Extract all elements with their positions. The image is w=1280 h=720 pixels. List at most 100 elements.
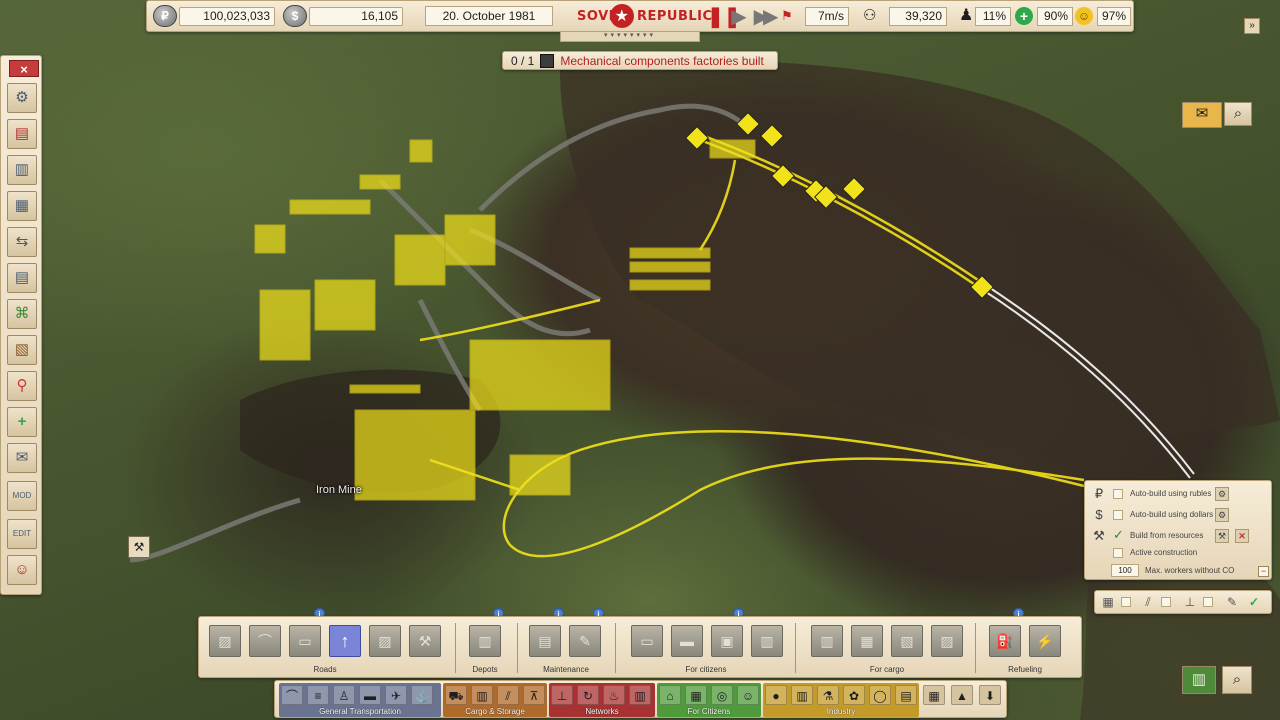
cargo-platform-button[interactable]: ▦ (851, 625, 883, 657)
terminal-button[interactable]: ▥ (751, 625, 783, 657)
transport-icon[interactable]: ⇆ (7, 227, 37, 257)
portrait-icon[interactable]: ☺ (7, 555, 37, 585)
tools-icon[interactable]: ✎ (1223, 594, 1241, 611)
power-line-icon[interactable]: ⊥ (551, 685, 573, 705)
iron-mine-label[interactable]: Iron Mine (316, 484, 362, 496)
auto-build-rubles-checkbox[interactable] (1113, 489, 1123, 499)
objective-banner[interactable]: 0 / 1 Mechanical components factories bu… (502, 51, 778, 70)
collapse-panel-icon[interactable]: » (1244, 18, 1260, 34)
cargo-depot-button[interactable]: ▨ (931, 625, 963, 657)
fence-icon[interactable]: ⫽ (1139, 594, 1157, 611)
unemployment-value[interactable]: 11% (975, 7, 1011, 26)
edit-icon[interactable]: EDIT (7, 519, 37, 549)
tire-icon[interactable]: ◯ (869, 685, 891, 705)
add-building-icon[interactable]: + (7, 407, 37, 437)
cancel-icon[interactable]: ✕ (1235, 529, 1249, 543)
terrain-icon[interactable]: ▲ (951, 685, 973, 705)
chemical-icon[interactable]: ⚗ (817, 685, 839, 705)
game-map[interactable]: Iron Mine ⚒ (0, 0, 1280, 720)
settings-icon[interactable]: ⚙ (7, 83, 37, 113)
rail-icon[interactable]: ≡ (307, 685, 329, 705)
road-type-3-button[interactable]: ▭ (289, 625, 321, 657)
max-workers-input[interactable]: 100 (1111, 564, 1139, 577)
mine-icon[interactable]: ● (765, 685, 787, 705)
play-icon[interactable]: ▶ (729, 6, 749, 28)
close-icon[interactable]: × (9, 60, 39, 77)
shop-icon[interactable]: ▦ (685, 685, 707, 705)
tab-networks[interactable]: ⊥ ↻ ♨ ▥ Networks (549, 683, 655, 717)
maintenance-depot-button[interactable]: ▤ (529, 625, 561, 657)
cargo-yard-button[interactable]: ▧ (891, 625, 923, 657)
school-icon[interactable]: ☺ (737, 685, 759, 705)
population-value[interactable]: 39,320 (889, 7, 947, 26)
sewage-icon[interactable]: ▥ (629, 685, 651, 705)
bulldoze-button[interactable]: ⚒ (409, 625, 441, 657)
charging-station-button[interactable]: ⚡ (1029, 625, 1061, 657)
mod-icon[interactable]: MOD (7, 481, 37, 511)
wall-icon[interactable]: ▦ (1099, 594, 1117, 611)
tab-general-transportation[interactable]: ⌒ ≡ ♙ ▬ ✈ ⚓ General Transportation (279, 683, 441, 717)
rubles-value[interactable]: 100,023,033 (179, 7, 275, 26)
housing-icon[interactable]: ⌂ (659, 685, 681, 705)
download-icon[interactable]: ⬇ (979, 685, 1001, 705)
auto-build-dollars-row[interactable]: $ Auto-build using dollars ⚙ (1085, 505, 1271, 525)
fence-checkbox[interactable] (1161, 597, 1171, 607)
network-map-icon[interactable]: ⌘ (7, 299, 37, 329)
road-icon[interactable]: ⌒ (281, 685, 303, 705)
tab-industry[interactable]: ● ▥ ⚗ ✿ ◯ ▤ Industry (763, 683, 919, 717)
active-construction-row[interactable]: Active construction (1085, 543, 1271, 563)
confirm-icon[interactable]: ✓ (1245, 594, 1263, 611)
health-value[interactable]: 90% (1037, 7, 1073, 26)
active-construction-checkbox[interactable] (1113, 548, 1123, 558)
road-upgrade-button[interactable]: ↑ (329, 625, 361, 657)
statistics-icon[interactable]: ▦ (7, 191, 37, 221)
tab-for-citizens[interactable]: ⌂ ▦ ◎ ☺ For Citizens (657, 683, 761, 717)
workshop-icon[interactable]: ▤ (895, 685, 917, 705)
documents-icon[interactable]: ▤ (7, 263, 37, 293)
farm-icon[interactable]: ✿ (843, 685, 865, 705)
ground-icon[interactable]: ⊥ (1181, 594, 1199, 611)
search-icon[interactable]: ⌕ (1224, 102, 1252, 126)
bus-stop-button[interactable]: ▭ (631, 625, 663, 657)
road-type-1-button[interactable]: ▨ (209, 625, 241, 657)
location-pin-icon[interactable]: ⚲ (7, 371, 37, 401)
auto-build-rubles-row[interactable]: ₽ Auto-build using rubles ⚙ (1085, 484, 1271, 504)
conveyor-icon[interactable]: ⫽ (497, 685, 519, 705)
mail-icon[interactable]: ✉ (1182, 102, 1222, 128)
heating-icon[interactable]: ♨ (603, 685, 625, 705)
depot-button[interactable]: ▥ (469, 625, 501, 657)
decoration-icon[interactable]: ▦ (923, 685, 945, 705)
zoom-icon[interactable]: ⌕ (1222, 666, 1252, 694)
cargo-station-button[interactable]: ▥ (811, 625, 843, 657)
storage-icon[interactable]: ▥ (471, 685, 493, 705)
happiness-value[interactable]: 97% (1097, 7, 1131, 26)
tab-cargo-storage[interactable]: ⛟ ▥ ⫽ ⊼ Cargo & Storage (443, 683, 547, 717)
fuel-station-button[interactable]: ⛽ (989, 625, 1021, 657)
mail-icon[interactable]: ✉ (7, 443, 37, 473)
water-icon[interactable]: ↻ (577, 685, 599, 705)
auto-build-dollars-checkbox[interactable] (1113, 510, 1123, 520)
fast-forward-icon[interactable]: ▶▶ (751, 6, 779, 28)
sport-icon[interactable]: ◎ (711, 685, 733, 705)
parking-button[interactable]: ▣ (711, 625, 743, 657)
overview-icon[interactable]: ▧ (7, 335, 37, 365)
crane-icon[interactable]: ⊼ (523, 685, 545, 705)
wall-checkbox[interactable] (1121, 597, 1131, 607)
citizen-station-button[interactable]: ▬ (671, 625, 703, 657)
ground-checkbox[interactable] (1203, 597, 1213, 607)
buildings-icon[interactable]: ▥ (7, 155, 37, 185)
collapse-icon[interactable]: − (1258, 566, 1269, 577)
rubles-settings-icon[interactable]: ⚙ (1215, 487, 1229, 501)
wind-speed[interactable]: 7m/s (805, 7, 849, 26)
factory-icon[interactable]: ▥ (791, 685, 813, 705)
tram-icon[interactable]: ▬ (359, 685, 381, 705)
pedestrian-icon[interactable]: ♙ (333, 685, 355, 705)
dollars-settings-icon[interactable]: ⚙ (1215, 508, 1229, 522)
road-type-5-button[interactable]: ▨ (369, 625, 401, 657)
airplane-icon[interactable]: ✈ (385, 685, 407, 705)
mine-marker-icon[interactable]: ⚒ (128, 536, 150, 558)
minimap-icon[interactable]: ▥ (1182, 666, 1216, 694)
speed-dropdown-handle[interactable]: ▾▾▾▾▾▾▾▾ (560, 32, 700, 42)
dollars-value[interactable]: 16,105 (309, 7, 403, 26)
pause-icon[interactable]: ❚❚ (707, 6, 741, 28)
